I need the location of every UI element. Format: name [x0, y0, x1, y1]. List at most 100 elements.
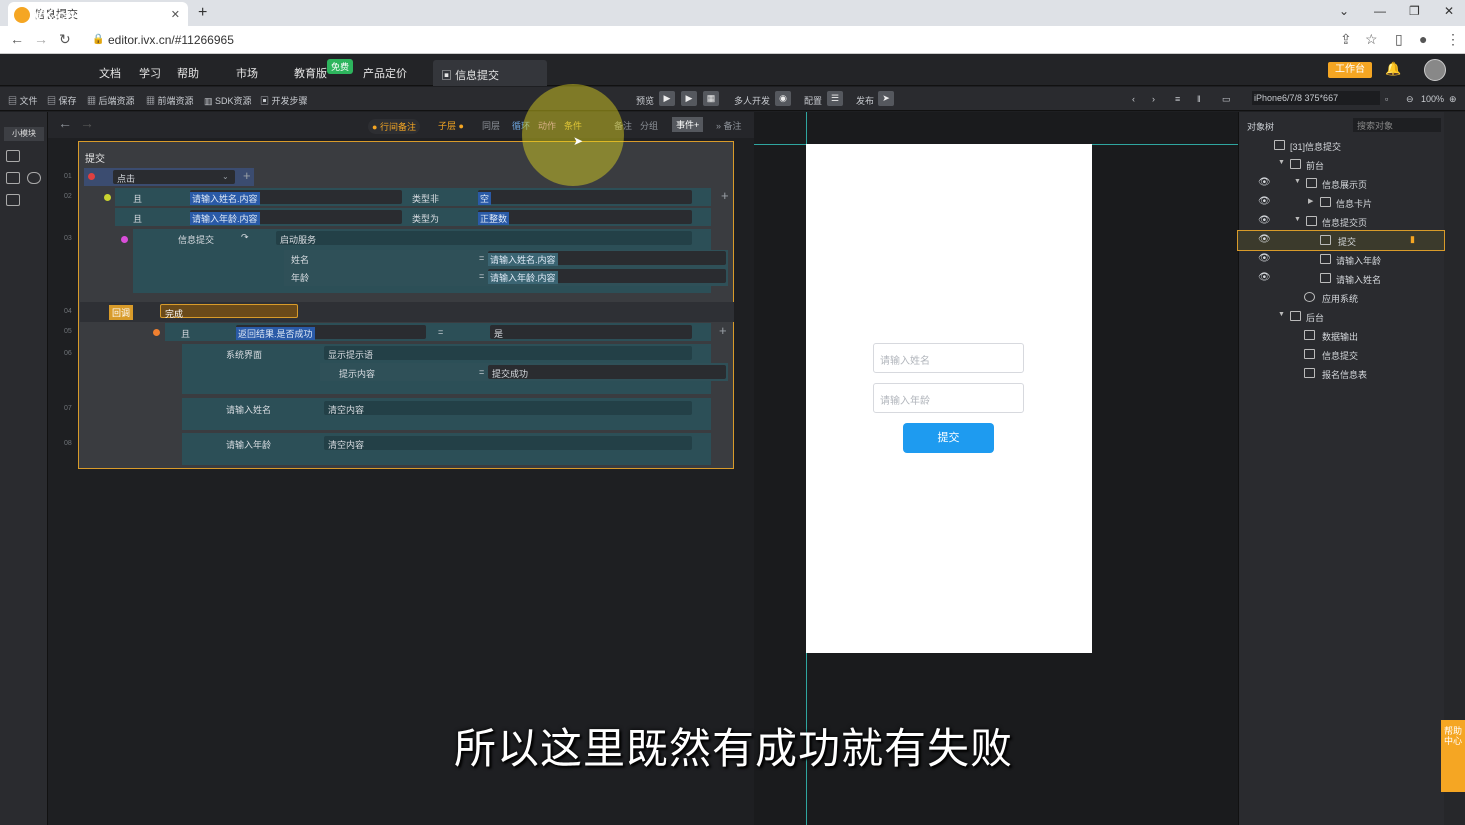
return-success-field[interactable]: 返回结果.是否成功: [236, 325, 426, 340]
restore-icon[interactable]: ❐: [1409, 4, 1420, 18]
menu-education[interactable]: 教育版: [294, 65, 327, 81]
tree-item-data-output[interactable]: 数据输出: [1238, 326, 1444, 345]
help-center-dock[interactable]: 帮助中心: [1441, 720, 1465, 792]
minimize-icon[interactable]: —: [1374, 4, 1386, 18]
frontend-resources-button[interactable]: ▦ 前端资源: [146, 94, 194, 107]
tree-item-root[interactable]: [31]信息提交: [1238, 136, 1444, 155]
name-input-target[interactable]: 请输入姓名: [226, 403, 271, 416]
sub-layer-toggle[interactable]: 子层 ●: [438, 119, 464, 132]
chevron-down-icon[interactable]: ⌄: [222, 172, 229, 181]
back-icon[interactable]: ←: [10, 31, 24, 47]
reload-icon[interactable]: ↻: [59, 31, 71, 48]
swap-icon[interactable]: [27, 172, 41, 184]
tree-item-submit-selected[interactable]: 👁 提交 ▮: [1237, 230, 1445, 251]
eye-icon[interactable]: 👁: [1258, 253, 1271, 264]
complete-select[interactable]: 完成: [160, 304, 298, 319]
search-doc-icon[interactable]: [6, 194, 20, 206]
group-button[interactable]: 分组: [640, 119, 658, 132]
same-level-button[interactable]: 同层: [482, 119, 500, 132]
small-module-tab[interactable]: 小模块: [4, 127, 44, 141]
menu-help[interactable]: 帮助: [177, 65, 199, 81]
fit-icon[interactable]: ▫: [1385, 94, 1388, 104]
align-icon[interactable]: ≡: [1175, 94, 1180, 104]
object-tree-tab[interactable]: 对象树: [1247, 120, 1274, 133]
close-tab-icon[interactable]: ✕: [171, 8, 180, 21]
ivx-logo[interactable]: VX.cn: [14, 7, 75, 24]
play-icon[interactable]: ▶: [659, 91, 675, 106]
sidepanel-icon[interactable]: ▯: [1395, 31, 1403, 48]
caret-down-icon[interactable]: ▼: [1294, 178, 1301, 185]
type-is-label[interactable]: 类型为: [412, 212, 439, 225]
type-not-label[interactable]: 类型非: [412, 192, 439, 205]
tree-item-backend[interactable]: ▼ 后台: [1238, 307, 1444, 326]
dev-steps-button[interactable]: ▣ 开发步骤: [260, 94, 308, 107]
user-icon[interactable]: ◉: [775, 91, 791, 106]
browser-menu-icon[interactable]: ⋮: [1446, 31, 1460, 48]
system-ui-target[interactable]: 系统界面: [226, 348, 262, 361]
param-name-value[interactable]: 请输入姓名.内容: [488, 251, 726, 266]
bell-icon[interactable]: 🔔: [1385, 61, 1401, 77]
monitor-icon[interactable]: ▭: [1222, 94, 1231, 105]
menu-docs[interactable]: 文档: [99, 65, 121, 81]
add-icon[interactable]: +: [721, 188, 729, 203]
bookmark-star-icon[interactable]: ☆: [1365, 31, 1378, 48]
tree-search-input[interactable]: 搜索对象: [1353, 118, 1441, 132]
chevron-right-icon[interactable]: ›: [1152, 94, 1155, 104]
show-tip-select[interactable]: 显示提示语: [324, 346, 692, 360]
menu-market[interactable]: 市场: [236, 65, 258, 81]
yes-field[interactable]: 是: [490, 325, 692, 339]
empty-field[interactable]: 空: [478, 190, 692, 205]
eye-icon[interactable]: 👁: [1258, 177, 1271, 188]
url-text[interactable]: editor.ivx.cn/#11266965: [108, 33, 234, 47]
positive-int-field[interactable]: 正整数: [478, 210, 692, 225]
caret-right-icon[interactable]: ▶: [1308, 197, 1313, 205]
age-content-field[interactable]: 请输入年龄.内容: [190, 210, 402, 225]
menu-learn[interactable]: 学习: [139, 65, 161, 81]
age-input[interactable]: 请输入年龄: [873, 383, 1024, 413]
file-button[interactable]: ▤ 文件: [8, 94, 38, 107]
add-event-button[interactable]: 事件+: [672, 117, 704, 132]
submit-button[interactable]: 提交: [903, 423, 994, 453]
forward-icon[interactable]: →: [34, 31, 48, 47]
info-submit-target[interactable]: 信息提交: [178, 233, 214, 246]
save-button[interactable]: ▤ 保存: [47, 94, 77, 107]
tab-current-project[interactable]: ▣ 信息提交: [433, 60, 547, 86]
age-input-target[interactable]: 请输入年龄: [226, 438, 271, 451]
menu-pricing[interactable]: 产品定价: [363, 65, 407, 81]
eye-icon[interactable]: 👁: [1258, 234, 1271, 245]
config-label[interactable]: 配置: [804, 94, 822, 107]
multi-dev-label[interactable]: 多人开发: [734, 94, 770, 107]
tree-item-app-system[interactable]: 应用系统: [1238, 288, 1444, 307]
play-alt-icon[interactable]: ▶: [681, 91, 697, 106]
caret-down-icon[interactable]: ▼: [1278, 159, 1285, 166]
name-content-field[interactable]: 请输入姓名.内容: [190, 190, 402, 205]
zoom-out-icon[interactable]: ⊖: [1406, 94, 1414, 105]
link-icon[interactable]: ↷: [241, 232, 249, 243]
tab-list-icon[interactable]: ⌄: [1339, 4, 1349, 18]
row-comment-toggle[interactable]: ● 行间备注: [368, 119, 420, 134]
eye-icon[interactable]: 👁: [1258, 196, 1271, 207]
columns-icon[interactable]: ‖: [1197, 94, 1201, 104]
add-icon[interactable]: +: [719, 323, 727, 338]
tree-item-registration-table[interactable]: 报名信息表: [1238, 364, 1444, 383]
redo-arrow-icon[interactable]: →: [80, 115, 94, 131]
tree-item-info-display[interactable]: 👁 ▼ 信息展示页: [1238, 174, 1444, 193]
new-tab-icon[interactable]: +: [198, 4, 207, 22]
tree-item-frontend[interactable]: ▼ 前台: [1238, 155, 1444, 174]
device-select[interactable]: iPhone6/7/8 375*667: [1252, 91, 1380, 105]
publish-label[interactable]: 发布: [856, 94, 874, 107]
tree-item-info-submit-page[interactable]: 👁 ▼ 信息提交页: [1238, 212, 1444, 231]
caret-down-icon[interactable]: ▼: [1278, 311, 1285, 318]
profile-icon[interactable]: ●: [1419, 31, 1427, 47]
note-button[interactable]: » 备注: [716, 119, 742, 132]
tree-item-info-card[interactable]: 👁 ▶ 信息卡片: [1238, 193, 1444, 212]
start-service-select[interactable]: 启动服务: [276, 231, 692, 245]
tip-content-value[interactable]: 提交成功: [488, 365, 726, 379]
event-select[interactable]: 点击: [113, 170, 235, 184]
sdk-resources-button[interactable]: ▥ SDK资源: [204, 94, 252, 107]
share-icon[interactable]: ⇪: [1340, 31, 1352, 48]
settings-icon[interactable]: [6, 172, 20, 184]
edit-icon[interactable]: [6, 150, 20, 162]
qr-icon[interactable]: ▦: [703, 91, 719, 106]
send-icon[interactable]: ➤: [878, 91, 894, 106]
